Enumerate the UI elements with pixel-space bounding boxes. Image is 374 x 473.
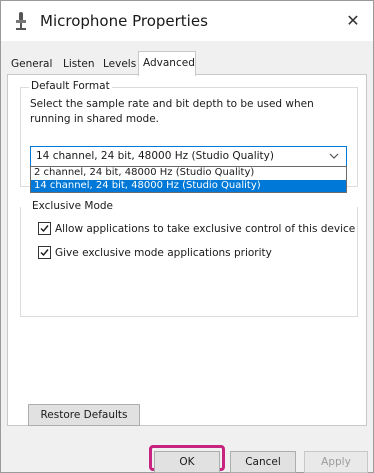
close-button[interactable]: ✕ [333,1,373,41]
title-bar: Microphone Properties ✕ [1,1,373,41]
cancel-button[interactable]: Cancel [230,451,296,473]
tab-general[interactable]: General [7,55,57,74]
allow-exclusive-control-label: Allow applications to take exclusive con… [55,223,356,235]
default-format-description: Select the sample rate and bit depth to … [30,98,314,125]
sample-rate-selected-value: 14 channel, 24 bit, 48000 Hz (Studio Qua… [36,150,274,162]
default-format-label: Default Format [29,80,112,92]
sample-rate-dropdown-list: 2 channel, 24 bit, 48000 Hz (Studio Qual… [30,166,347,193]
dropdown-option[interactable]: 2 channel, 24 bit, 48000 Hz (Studio Qual… [31,167,346,180]
tab-levels[interactable]: Levels [99,55,141,74]
close-icon: ✕ [346,11,360,30]
allow-exclusive-control-checkbox[interactable] [38,222,51,235]
exclusive-mode-label: Exclusive Mode [30,200,116,212]
restore-defaults-button[interactable]: Restore Defaults [28,404,140,426]
tab-advanced[interactable]: Advanced [138,51,196,76]
microphone-properties-window: Microphone Properties ✕ General Listen L… [0,0,374,473]
apply-button[interactable]: Apply [304,451,368,473]
exclusive-priority-checkbox[interactable] [38,246,51,259]
tab-listen[interactable]: Listen [59,55,99,74]
exclusive-priority-label: Give exclusive mode applications priorit… [55,247,272,259]
window-title: Microphone Properties [40,12,208,30]
microphone-icon [14,11,28,31]
dropdown-option-selected[interactable]: 14 channel, 24 bit, 48000 Hz (Studio Qua… [31,179,346,192]
ok-button[interactable]: OK [154,451,220,473]
sample-rate-select[interactable]: 14 channel, 24 bit, 48000 Hz (Studio Qua… [30,146,347,167]
advanced-panel: Default Format Select the sample rate an… [7,74,367,426]
dialog-body: General Listen Levels Advanced Default F… [1,41,373,473]
